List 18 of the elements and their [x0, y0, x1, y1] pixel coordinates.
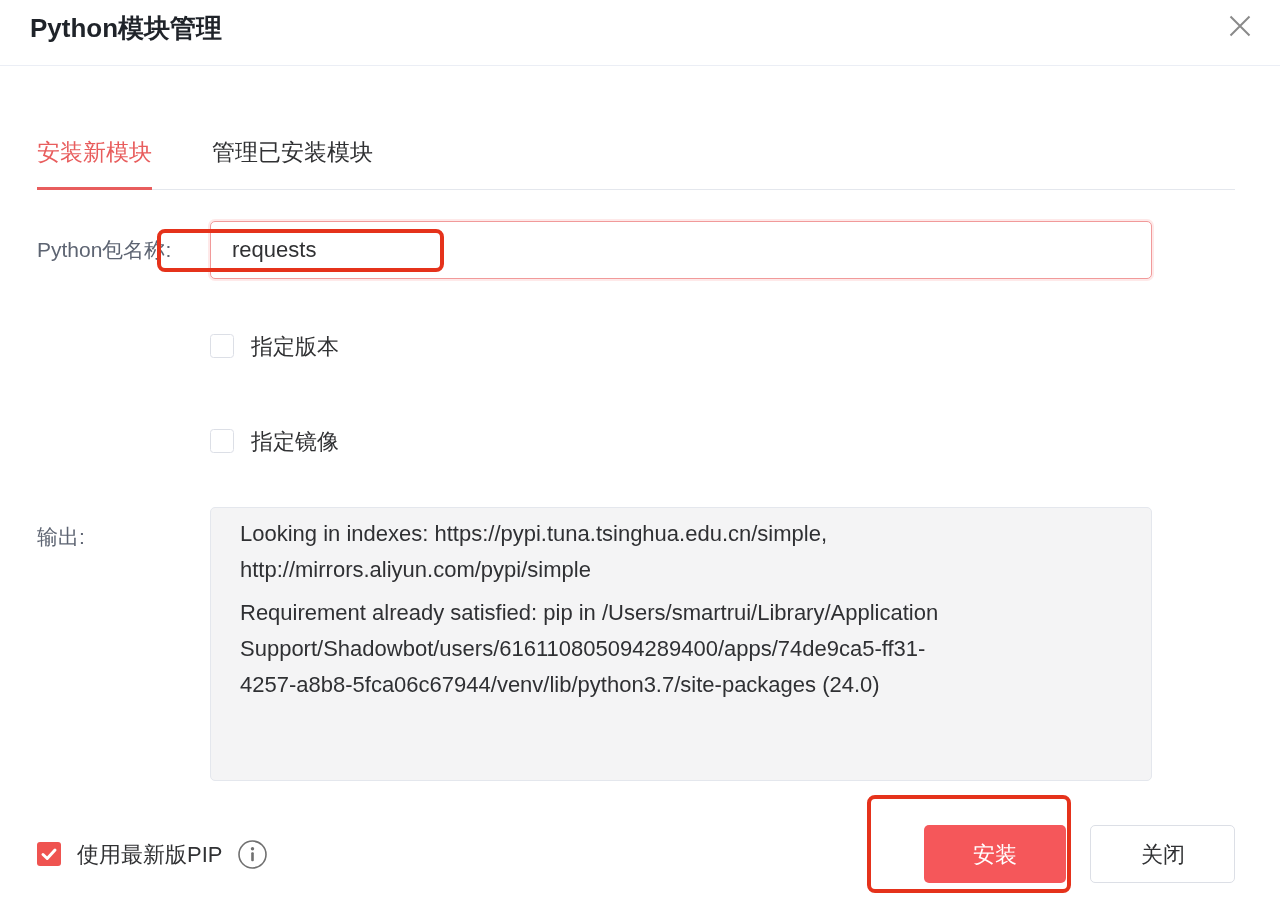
output-line: http://mirrors.aliyun.com/pypi/simple: [240, 556, 591, 584]
checkbox-label: 指定版本: [251, 332, 339, 361]
checkbox-label: 指定镜像: [251, 427, 339, 456]
dialog-title: Python模块管理: [30, 12, 223, 44]
output-label: 输出:: [37, 525, 85, 548]
close-button[interactable]: 关闭: [1090, 825, 1235, 883]
close-icon[interactable]: [1229, 15, 1251, 37]
output-line: Support/Shadowbot/users/616110805094289400/apps/74de9ca5-ff31-: [240, 635, 926, 663]
checkbox[interactable]: [210, 334, 234, 358]
package-name-input[interactable]: requests: [210, 221, 1152, 279]
output-line: 4257-a8b8-5fca06c67944/venv/lib/python3.7/site-packages (24.0): [240, 671, 880, 699]
tab[interactable]: 管理已安装模块: [212, 136, 373, 190]
checkbox-label: 使用最新版PIP: [77, 840, 223, 869]
output-line: Looking in indexes: https://pypi.tuna.tsinghua.edu.cn/simple,: [240, 520, 828, 548]
output-line: Requirement already satisfied: pip in /Users/smartrui/Library/Application: [240, 599, 939, 627]
info-icon[interactable]: [238, 839, 268, 869]
checkbox[interactable]: [37, 842, 61, 866]
checkbox[interactable]: [210, 429, 234, 453]
